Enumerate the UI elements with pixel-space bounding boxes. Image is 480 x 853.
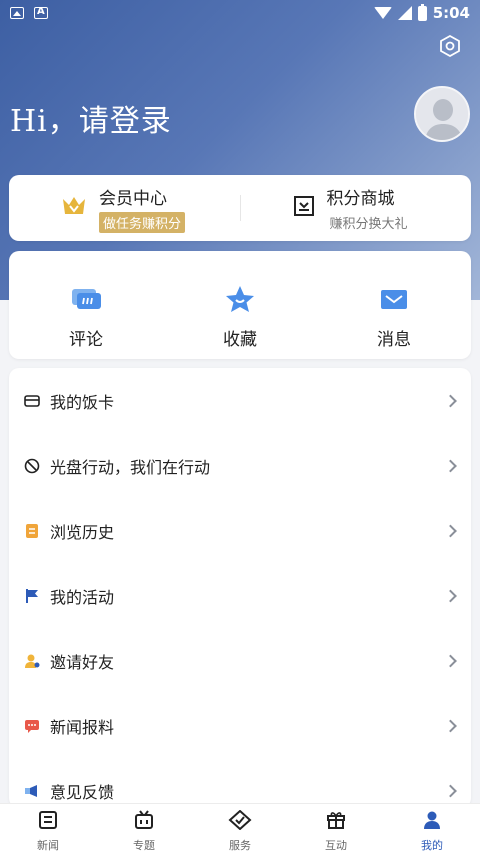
tab-label: 服务 [229,839,251,852]
invite-user-icon [24,653,40,669]
menu-item-label: 意见反馈 [50,782,115,802]
tab-news[interactable]: 新闻 [0,804,96,853]
card-icon [24,393,40,409]
status-bar: 5:04 [0,0,480,26]
feedback-icon [24,783,40,799]
chevron-right-icon [444,589,457,602]
menu-item-feedback[interactable]: 意见反馈 [9,758,471,808]
crown-icon [61,194,87,222]
menu-item-label: 我的饭卡 [50,392,115,412]
shop-title: 积分商城 [326,189,395,209]
service-icon [228,809,252,834]
history-icon [24,523,40,539]
menu-item-label: 浏览历史 [50,522,115,542]
status-time: 5:04 [432,4,470,22]
battery-icon [417,3,427,21]
menu-item-meal-card[interactable]: 我的饭卡 [9,368,471,433]
chevron-right-icon [444,784,457,797]
points-shop-entry[interactable]: 积分商城 赚积分换大礼 [241,184,472,232]
tab-label: 我的 [421,839,443,852]
vip-title: 会员中心 [99,188,167,209]
star-icon [225,285,255,317]
chevron-right-icon [444,524,457,537]
messages-label: 消息 [377,330,411,350]
tab-label: 专题 [133,839,155,852]
app-notification-icon [34,6,48,19]
comment-label: 评论 [69,330,103,350]
favorites-button[interactable]: 收藏 [163,251,317,359]
menu-item-clean-plate[interactable]: 光盘行动，我们在行动 [9,433,471,498]
menu-item-news-tip[interactable]: 新闻报料 [9,693,471,758]
bottom-tab-bar: 新闻 专题 服务 互动 我的 [0,803,480,853]
flag-icon [24,588,40,604]
menu-list: 我的饭卡 光盘行动，我们在行动 浏览历史 我的活动 邀请好友 新闻报料 意见反馈 [9,368,471,808]
chevron-right-icon [444,654,457,667]
tab-topics[interactable]: 专题 [96,804,192,853]
menu-item-label: 我的活动 [50,587,115,607]
chevron-right-icon [444,719,457,732]
vip-center-entry[interactable]: 会员中心 做任务赚积分 [9,184,240,233]
menu-item-history[interactable]: 浏览历史 [9,498,471,563]
tab-services[interactable]: 服务 [192,804,288,853]
tab-label: 互动 [325,839,347,852]
shop-icon [293,195,315,221]
mail-icon [379,285,409,317]
member-card: 会员中心 做任务赚积分 积分商城 赚积分换大礼 [9,175,471,241]
news-icon [38,810,58,834]
gift-icon [326,810,346,834]
menu-item-label: 邀请好友 [50,652,115,672]
tv-icon [134,810,154,834]
avatar[interactable] [414,86,470,142]
vip-badge: 做任务赚积分 [99,211,186,233]
messages-button[interactable]: 消息 [317,251,471,359]
menu-item-label: 新闻报料 [50,717,115,737]
wifi-icon [373,7,392,19]
tab-mine[interactable]: 我的 [384,804,480,853]
menu-item-activities[interactable]: 我的活动 [9,563,471,628]
user-icon [422,810,442,834]
signal-icon [397,6,412,20]
comment-icon [70,285,102,317]
tab-interaction[interactable]: 互动 [288,804,384,853]
settings-gear-icon[interactable] [438,34,462,58]
chat-report-icon [24,718,40,734]
quick-actions-card: 评论 收藏 消息 [9,251,471,359]
comment-button[interactable]: 评论 [9,251,163,359]
chevron-right-icon [444,394,457,407]
gallery-notification-icon [10,7,24,19]
favorites-label: 收藏 [223,330,257,350]
prohibit-icon [24,458,40,474]
shop-subtitle: 赚积分换大礼 [329,217,408,232]
chevron-right-icon [444,459,457,472]
login-greeting[interactable]: Hi，请登录 [10,96,172,140]
menu-item-label: 光盘行动，我们在行动 [50,457,211,477]
tab-label: 新闻 [37,839,59,852]
menu-item-invite[interactable]: 邀请好友 [9,628,471,693]
